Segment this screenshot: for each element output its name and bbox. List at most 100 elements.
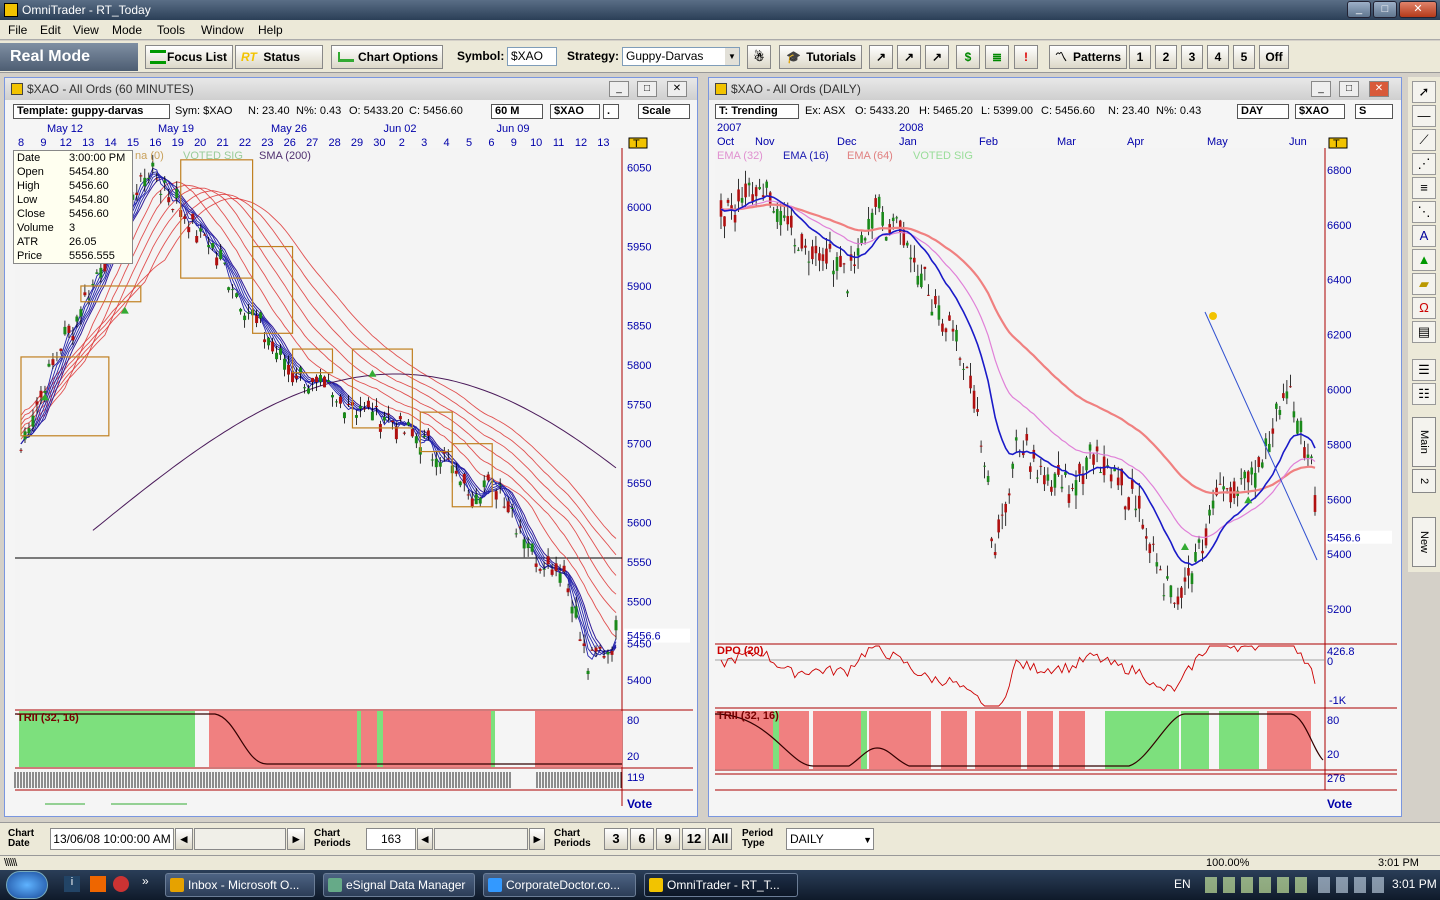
- price-tick-label: 5500: [627, 596, 651, 608]
- trii-band: [1181, 711, 1209, 769]
- menu-mode[interactable]: Mode: [112, 23, 142, 37]
- menu-window[interactable]: Window: [201, 23, 244, 37]
- text-icon[interactable]: A: [1412, 225, 1436, 247]
- menu-help[interactable]: Help: [258, 23, 283, 37]
- period-all-button[interactable]: All: [708, 828, 732, 850]
- partial-price-label: 5450: [627, 639, 651, 651]
- task-browser[interactable]: CorporateDoctor.co...: [483, 873, 636, 897]
- wizard-icon[interactable]: ☃: [747, 45, 771, 69]
- trend-tool-icon[interactable]: ↗: [869, 45, 893, 69]
- right-chart-canvas[interactable]: 2007 2008 Oct Nov Dec Jan Feb Mar Apr May Jun 6800 6…: [709, 78, 1401, 816]
- chart-date-field[interactable]: 13/06/08 10:00:00 AM: [50, 828, 174, 850]
- pointer-icon[interactable]: ➚: [1412, 81, 1436, 103]
- task-outlook[interactable]: Inbox - Microsoft O...: [165, 873, 315, 897]
- tray-icons[interactable]: [1205, 877, 1310, 893]
- candle-body: [458, 481, 462, 486]
- day-label: 23: [261, 137, 273, 149]
- quicklaunch-app2-icon[interactable]: [113, 876, 129, 892]
- layout-4-button[interactable]: 4: [1207, 45, 1229, 69]
- patterns-button[interactable]: 〽 Patterns: [1049, 45, 1127, 69]
- candle-body: [171, 209, 175, 211]
- periods-next-button[interactable]: ▸: [529, 828, 545, 850]
- task-esignal[interactable]: eSignal Data Manager: [323, 873, 475, 897]
- tutorials-button[interactable]: 🎓 Tutorials: [779, 45, 862, 69]
- fib-icon[interactable]: ≡: [1412, 177, 1436, 199]
- real-mode-indicator[interactable]: Real Mode: [0, 43, 138, 71]
- chart-periods-field[interactable]: 163: [366, 828, 416, 850]
- date-scroll-track[interactable]: [194, 828, 286, 850]
- toolbar: Real Mode Focus List RT Status Chart Opt…: [0, 41, 1440, 73]
- up-arrow-icon[interactable]: ▲: [1412, 249, 1436, 271]
- price-tick-label: 6200: [1327, 330, 1351, 342]
- layout-5-button[interactable]: 5: [1233, 45, 1255, 69]
- list-view-icon[interactable]: ☷: [1412, 383, 1436, 405]
- layout-3-button[interactable]: 3: [1181, 45, 1203, 69]
- candle-body: [744, 183, 747, 198]
- period-12-button[interactable]: 12: [682, 828, 706, 850]
- chart-periods-label: Chart Periods: [314, 828, 351, 849]
- candle-body: [91, 284, 95, 286]
- candle-body: [972, 390, 976, 409]
- candle-body: [590, 649, 594, 651]
- period-3-button[interactable]: 3: [604, 828, 628, 850]
- strategy-select[interactable]: Guppy-Darvas ▼: [622, 47, 740, 66]
- fib-arc-icon[interactable]: ⋱: [1412, 201, 1436, 223]
- periods-scroll-track[interactable]: [434, 828, 528, 850]
- candle-body: [983, 465, 986, 467]
- menu-edit[interactable]: Edit: [40, 23, 61, 37]
- tab-new[interactable]: New: [1412, 517, 1436, 567]
- candle-body: [322, 376, 326, 388]
- symbol-input[interactable]: $XAO: [507, 47, 557, 66]
- period-6-button[interactable]: 6: [630, 828, 654, 850]
- candle-body: [47, 363, 51, 367]
- alert-icon[interactable]: !: [1014, 45, 1038, 69]
- price-tick-label: 5750: [627, 399, 651, 411]
- minimize-button[interactable]: _: [1347, 1, 1371, 18]
- date-prev-button[interactable]: ◂: [175, 828, 193, 850]
- status-button[interactable]: RT Status: [235, 45, 323, 69]
- trii-band: [491, 711, 495, 767]
- trend-tool-2-icon[interactable]: ↗: [897, 45, 921, 69]
- candle-body: [578, 639, 582, 641]
- trendline-icon[interactable]: ⟋: [1412, 129, 1436, 151]
- menu-tools[interactable]: Tools: [157, 23, 185, 37]
- horizontal-line-icon[interactable]: —: [1412, 105, 1436, 127]
- table-icon[interactable]: ≣: [985, 45, 1009, 69]
- start-button[interactable]: [6, 871, 48, 899]
- maximize-button[interactable]: □: [1373, 1, 1397, 18]
- tab-main[interactable]: Main: [1412, 417, 1436, 467]
- candle-body: [874, 198, 877, 207]
- task-omnitrader[interactable]: OmniTrader - RT_T...: [644, 873, 798, 897]
- quicklaunch-more-icon[interactable]: »: [142, 874, 149, 888]
- candle-body: [163, 180, 167, 183]
- trend-tool-3-icon[interactable]: ↗: [925, 45, 949, 69]
- layout-1-button[interactable]: 1: [1129, 45, 1151, 69]
- chart-options-button[interactable]: Chart Options: [331, 45, 443, 69]
- language-indicator[interactable]: EN: [1174, 877, 1191, 891]
- menu-view[interactable]: View: [73, 23, 99, 37]
- fan-icon[interactable]: ⋰: [1412, 153, 1436, 175]
- tray-icons-2[interactable]: [1318, 877, 1386, 893]
- clipboard-icon[interactable]: ▤: [1412, 321, 1436, 343]
- chart-icon: [338, 52, 354, 62]
- esignal-icon: [328, 878, 342, 892]
- candle-body: [382, 416, 386, 421]
- date-next-button[interactable]: ▸: [287, 828, 305, 850]
- period-type-select[interactable]: DAILY ▼: [786, 828, 874, 850]
- dollar-icon[interactable]: $: [956, 45, 980, 69]
- menu-file[interactable]: File: [8, 23, 27, 37]
- layout-2-button[interactable]: 2: [1155, 45, 1177, 69]
- candle-body: [1303, 447, 1306, 458]
- quicklaunch-info-icon[interactable]: i: [64, 876, 80, 892]
- candle-body: [462, 473, 466, 484]
- period-9-button[interactable]: 9: [656, 828, 680, 850]
- eraser-icon[interactable]: ▰: [1412, 273, 1436, 295]
- tab-2[interactable]: 2: [1412, 469, 1436, 493]
- quicklaunch-app-icon[interactable]: [90, 876, 106, 892]
- periods-prev-button[interactable]: ◂: [417, 828, 433, 850]
- layout-icon[interactable]: ☰: [1412, 359, 1436, 381]
- magnet-icon[interactable]: Ω: [1412, 297, 1436, 319]
- focus-list-button[interactable]: Focus List: [145, 45, 233, 69]
- off-button[interactable]: Off: [1259, 45, 1289, 69]
- close-button[interactable]: ✕: [1399, 1, 1437, 18]
